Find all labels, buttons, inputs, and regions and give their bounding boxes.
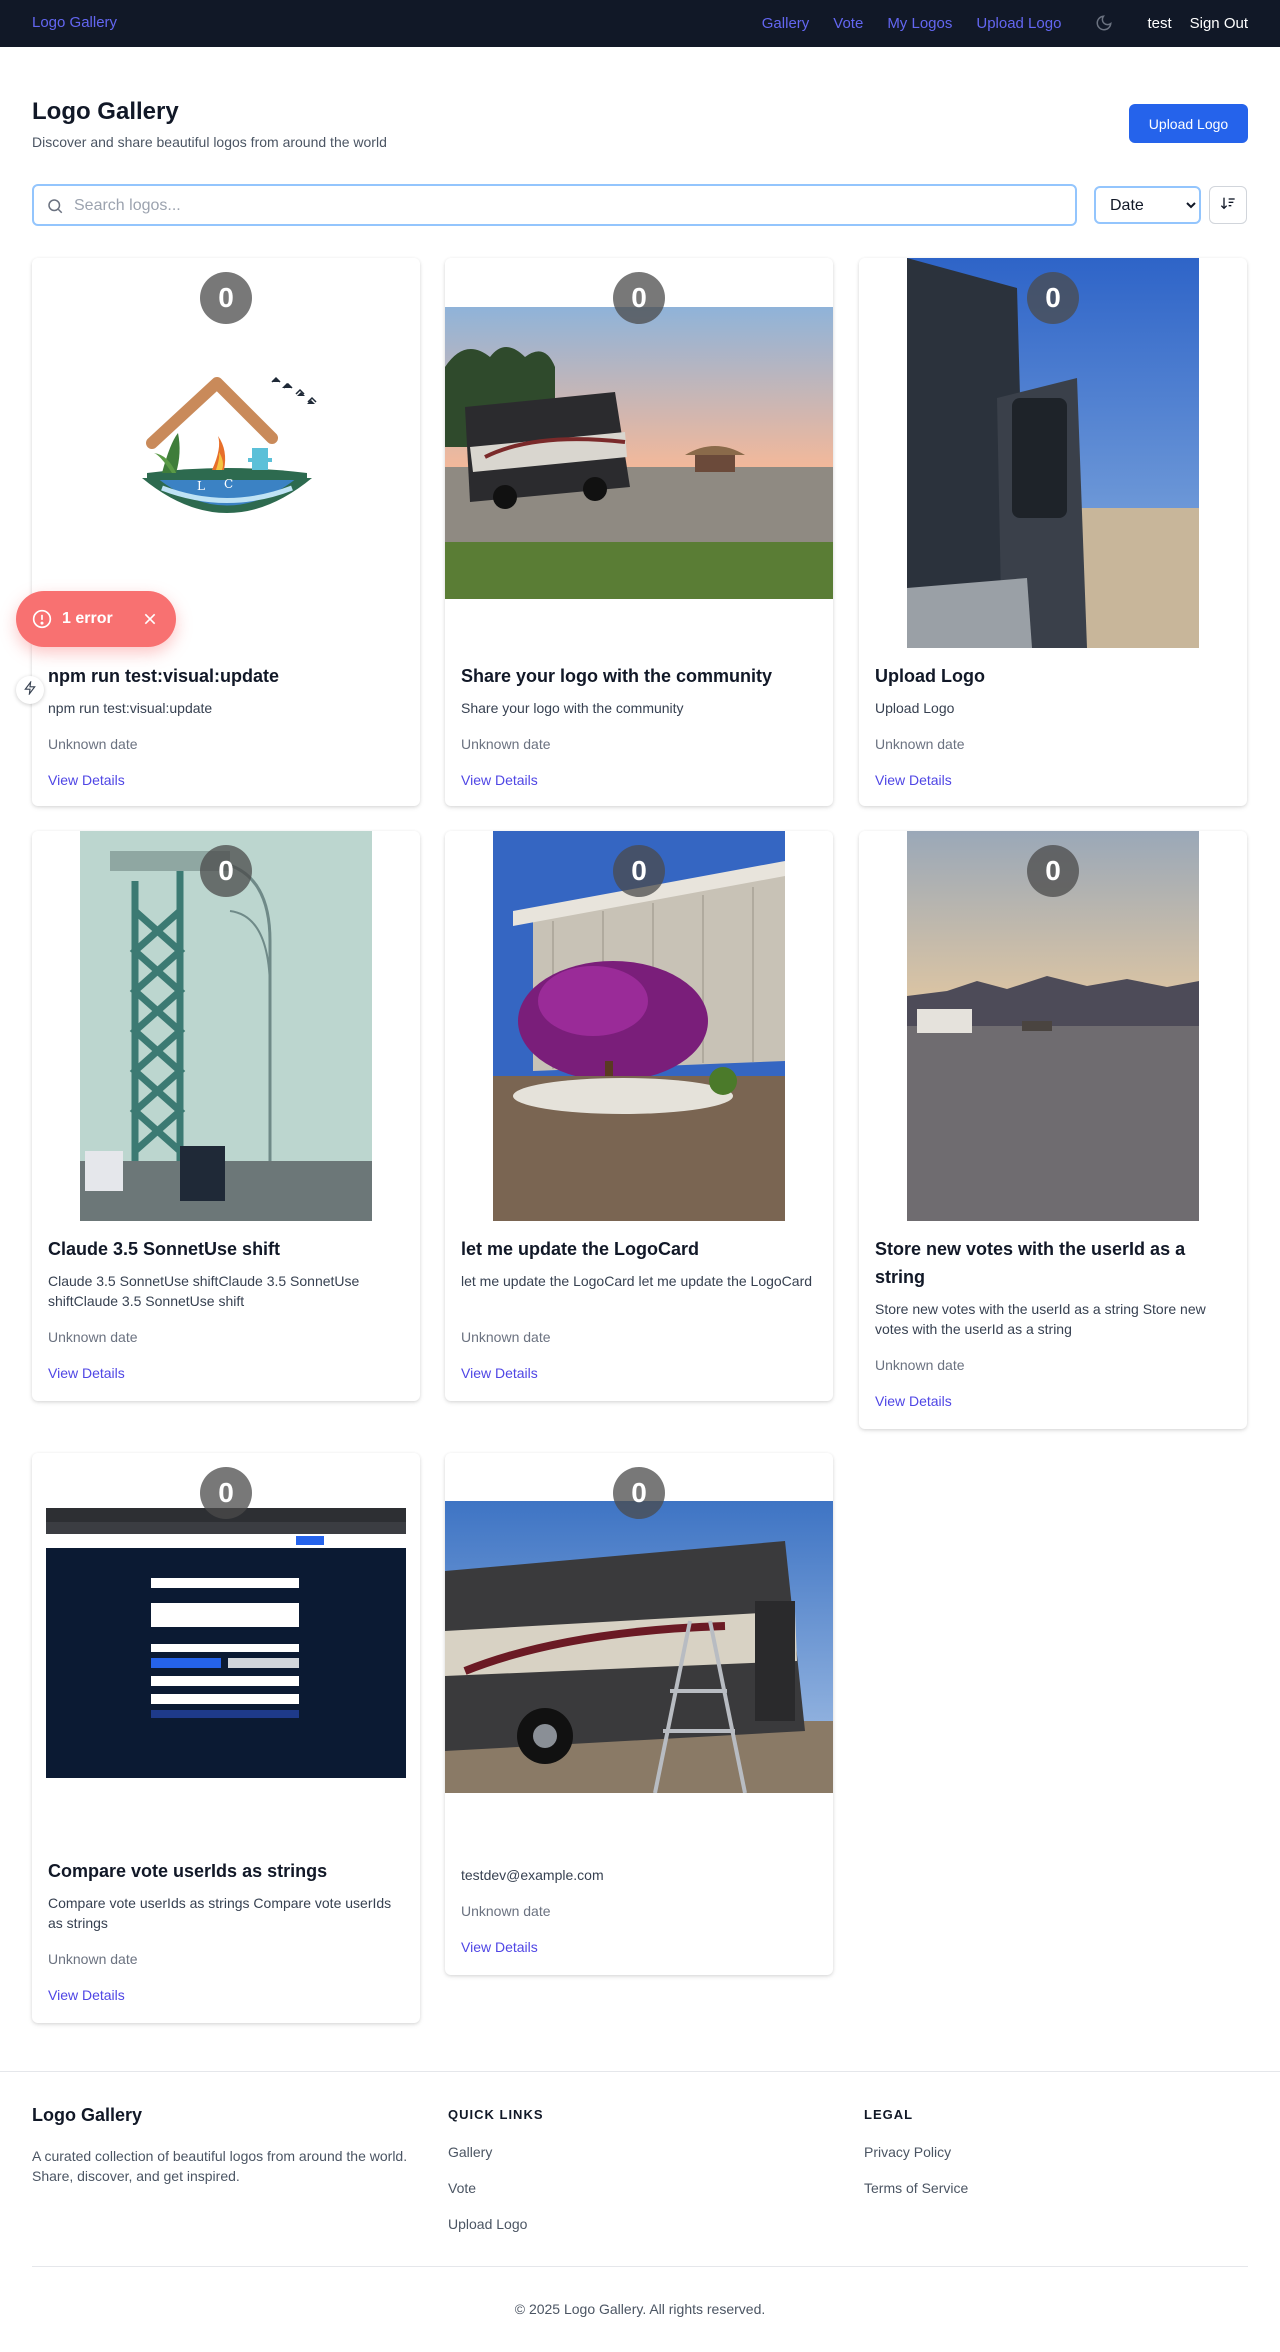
card-description: testdev@example.com bbox=[461, 1867, 604, 1883]
nav-links: Gallery Vote My Logos Upload Logo test S… bbox=[738, 14, 1248, 32]
card-date: Unknown date bbox=[461, 1903, 551, 1919]
svg-text:C: C bbox=[224, 477, 233, 491]
top-navbar: Logo Gallery Gallery Vote My Logos Uploa… bbox=[0, 0, 1280, 47]
card-date: Unknown date bbox=[461, 736, 551, 752]
footer-link-vote[interactable]: Vote bbox=[448, 2180, 476, 2196]
sign-out-button[interactable]: Sign Out bbox=[1190, 15, 1248, 32]
logo-card[interactable]: 0 testdev@example.com Unknown date View … bbox=[445, 1453, 833, 1975]
motorhome-ladder-photo bbox=[445, 1501, 833, 1793]
card-image[interactable]: 0 bbox=[32, 1453, 420, 1843]
card-image[interactable]: 0 bbox=[32, 831, 420, 1221]
card-title: Store new votes with the userId as a str… bbox=[875, 1239, 1186, 1287]
alert-circle-icon bbox=[32, 609, 52, 629]
nav-link-my-logos[interactable]: My Logos bbox=[887, 15, 952, 32]
logo-card[interactable]: 0 let me update the LogoCard let me upda… bbox=[445, 831, 833, 1401]
search-icon bbox=[46, 197, 64, 215]
card-image[interactable]: 0 bbox=[445, 258, 833, 648]
card-title: npm run test:visual:update bbox=[48, 666, 280, 686]
vote-count-badge: 0 bbox=[613, 845, 665, 897]
sort-select[interactable]: Date bbox=[1094, 186, 1201, 224]
view-details-link[interactable]: View Details bbox=[875, 1393, 952, 1409]
lodge-logo-illustration: L C bbox=[142, 376, 317, 513]
nav-link-upload-logo[interactable]: Upload Logo bbox=[976, 15, 1061, 32]
footer-link-upload-logo[interactable]: Upload Logo bbox=[448, 2216, 527, 2232]
card-title: Claude 3.5 SonnetUse shift bbox=[48, 1239, 281, 1259]
card-description: Upload Logo bbox=[875, 700, 955, 716]
logo-card[interactable]: 0 Share your logo with the community Sha… bbox=[445, 258, 833, 806]
upload-logo-button[interactable]: Upload Logo bbox=[1129, 104, 1248, 143]
view-details-link[interactable]: View Details bbox=[48, 1987, 125, 2003]
footer-link-terms-of-service[interactable]: Terms of Service bbox=[864, 2180, 968, 2196]
page-subtitle: Discover and share beautiful logos from … bbox=[32, 134, 387, 150]
page-title: Logo Gallery bbox=[32, 98, 179, 125]
logo-card[interactable]: L C 0 npm run test:visual:update npm run… bbox=[32, 258, 420, 806]
nav-link-vote[interactable]: Vote bbox=[833, 15, 863, 32]
footer-copyright: © 2025 Logo Gallery. All rights reserved… bbox=[514, 2301, 766, 2317]
footer-bottom-divider bbox=[32, 2266, 1248, 2267]
vote-count-badge: 0 bbox=[200, 1467, 252, 1519]
card-description: Share your logo with the community bbox=[461, 700, 684, 716]
card-image[interactable]: 0 bbox=[859, 258, 1247, 648]
search-box bbox=[32, 184, 1077, 226]
card-date: Unknown date bbox=[48, 1951, 138, 1967]
footer-brand: Logo Gallery bbox=[32, 2105, 143, 2125]
view-details-link[interactable]: View Details bbox=[875, 772, 952, 788]
error-count-label: 1 error bbox=[62, 610, 113, 627]
vote-count-badge: 0 bbox=[613, 1467, 665, 1519]
logo-card[interactable]: 0 Claude 3.5 SonnetUse shift Claude 3.5 … bbox=[32, 831, 420, 1401]
sort-descending-icon bbox=[1220, 195, 1236, 216]
footer-link-privacy-policy[interactable]: Privacy Policy bbox=[864, 2144, 951, 2160]
error-toast[interactable]: 1 error bbox=[16, 591, 176, 647]
card-description: Store new votes with the userId as a str… bbox=[875, 1301, 1206, 1337]
card-title: Upload Logo bbox=[875, 666, 985, 686]
card-date: Unknown date bbox=[48, 736, 138, 752]
view-details-link[interactable]: View Details bbox=[48, 1365, 125, 1381]
vote-count-badge: 0 bbox=[613, 272, 665, 324]
footer-link-gallery[interactable]: Gallery bbox=[448, 2144, 492, 2160]
view-details-link[interactable]: View Details bbox=[461, 1365, 538, 1381]
upload-form-screenshot bbox=[46, 1508, 406, 1778]
card-title: Share your logo with the community bbox=[461, 666, 773, 686]
footer-divider bbox=[0, 2071, 1280, 2072]
dev-indicator-button[interactable] bbox=[16, 676, 44, 704]
card-image[interactable]: L C 0 bbox=[32, 258, 420, 648]
vote-count-badge: 0 bbox=[1027, 845, 1079, 897]
logo-card[interactable]: 0 Upload Logo Upload Logo Unknown date V… bbox=[859, 258, 1247, 806]
motorhome-sunset-photo bbox=[445, 307, 833, 599]
view-details-link[interactable]: View Details bbox=[48, 772, 125, 788]
footer-legal-heading: LEGAL bbox=[864, 2107, 914, 2122]
card-date: Unknown date bbox=[875, 1357, 965, 1373]
moon-icon[interactable] bbox=[1095, 14, 1113, 32]
logo-card[interactable]: 0 Store new votes with the userId as a s… bbox=[859, 831, 1247, 1429]
card-description: npm run test:visual:update bbox=[48, 700, 213, 716]
card-description: Claude 3.5 SonnetUse shiftClaude 3.5 Son… bbox=[48, 1273, 360, 1309]
card-image[interactable]: 0 bbox=[859, 831, 1247, 1221]
card-image[interactable]: 0 bbox=[445, 831, 833, 1221]
card-description: Compare vote userIds as strings Compare … bbox=[48, 1895, 392, 1931]
svg-text:L: L bbox=[197, 479, 205, 493]
sort-direction-button[interactable] bbox=[1209, 186, 1247, 224]
view-details-link[interactable]: View Details bbox=[461, 1939, 538, 1955]
vote-count-badge: 0 bbox=[1027, 272, 1079, 324]
logo-card[interactable]: 0 Compare vote userIds as strings Compar… bbox=[32, 1453, 420, 2023]
current-user: test bbox=[1147, 14, 1172, 32]
card-date: Unknown date bbox=[461, 1329, 551, 1345]
card-title: let me update the LogoCard bbox=[461, 1239, 700, 1259]
footer-about: A curated collection of beautiful logos … bbox=[32, 2148, 408, 2184]
search-input[interactable] bbox=[74, 194, 1054, 218]
card-title: Compare vote userIds as strings bbox=[48, 1861, 328, 1881]
vote-count-badge: 0 bbox=[200, 845, 252, 897]
lightning-icon bbox=[23, 679, 37, 700]
nav-link-gallery[interactable]: Gallery bbox=[762, 15, 810, 32]
card-date: Unknown date bbox=[875, 736, 965, 752]
nav-brand[interactable]: Logo Gallery bbox=[32, 14, 117, 31]
footer-quick-links-heading: QUICK LINKS bbox=[448, 2107, 544, 2122]
close-icon[interactable] bbox=[142, 611, 158, 627]
card-date: Unknown date bbox=[48, 1329, 138, 1345]
vote-count-badge: 0 bbox=[200, 272, 252, 324]
card-description: let me update the LogoCard let me update… bbox=[461, 1273, 813, 1289]
view-details-link[interactable]: View Details bbox=[461, 772, 538, 788]
card-image[interactable]: 0 bbox=[445, 1453, 833, 1843]
